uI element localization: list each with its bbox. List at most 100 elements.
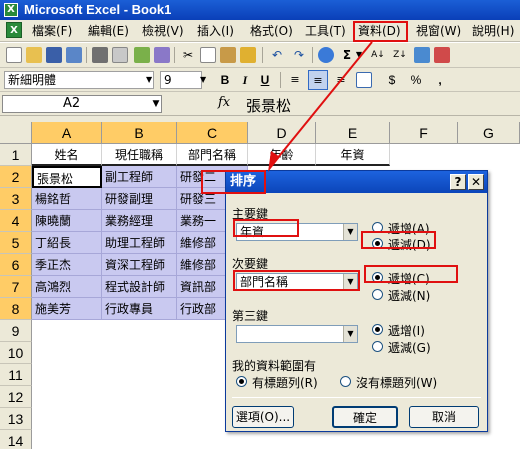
drawing-icon[interactable]: [434, 47, 450, 63]
row-header-11[interactable]: 11: [0, 364, 32, 386]
data-cell[interactable]: 助理工程師: [102, 232, 177, 254]
close-icon[interactable]: ✕: [468, 174, 484, 190]
row-header-6[interactable]: 6: [0, 254, 32, 276]
tertiary-asc-label[interactable]: 遞增(I): [388, 322, 425, 339]
spelling-icon[interactable]: [134, 47, 150, 63]
header-cell[interactable]: 現任職稱: [102, 144, 177, 166]
chevron-down-icon[interactable]: ▼: [343, 224, 357, 240]
copy-icon[interactable]: [200, 47, 216, 63]
menu-file[interactable]: 檔案(F): [32, 23, 72, 39]
has-header-radio[interactable]: [236, 376, 247, 387]
row-header-4[interactable]: 4: [0, 210, 32, 232]
help-icon[interactable]: ?: [450, 174, 466, 190]
no-header-radio[interactable]: [340, 376, 351, 387]
no-header-label[interactable]: 沒有標題列(W): [356, 374, 437, 391]
tertiary-desc-label[interactable]: 遞減(G): [388, 339, 431, 356]
data-cell[interactable]: 高鴻烈: [32, 276, 102, 298]
name-box[interactable]: A2: [2, 95, 162, 113]
format-painter-icon[interactable]: [240, 47, 256, 63]
align-left-icon[interactable]: ≡: [286, 70, 304, 90]
menu-edit[interactable]: 編輯(E): [88, 23, 129, 39]
data-cell[interactable]: 程式設計師: [102, 276, 177, 298]
currency-button[interactable]: $: [384, 70, 400, 90]
data-cell[interactable]: 研發副理: [102, 188, 177, 210]
secondary-desc-label[interactable]: 遞減(N): [388, 287, 430, 304]
row-header-9[interactable]: 9: [0, 320, 32, 342]
cancel-button[interactable]: 取消: [409, 406, 479, 428]
menu-window[interactable]: 視窗(W): [416, 23, 461, 39]
row-header-3[interactable]: 3: [0, 188, 32, 210]
header-cell[interactable]: 年資: [316, 144, 390, 166]
insert-function-icon[interactable]: fx: [218, 95, 230, 110]
sort-ascending-icon[interactable]: A↓: [368, 45, 388, 65]
secondary-desc-radio[interactable]: [372, 289, 383, 300]
column-header-C[interactable]: C: [177, 122, 248, 144]
font-name-box[interactable]: 新細明體: [4, 71, 154, 89]
name-box-dropdown-icon[interactable]: ▼: [150, 95, 162, 113]
has-header-label[interactable]: 有標題列(R): [252, 374, 318, 391]
data-cell[interactable]: 行政專員: [102, 298, 177, 320]
research-icon[interactable]: [154, 47, 170, 63]
data-cell[interactable]: 陳曉蘭: [32, 210, 102, 232]
sort-descending-icon[interactable]: Z↓: [390, 45, 410, 65]
align-center-icon[interactable]: ≡: [308, 70, 328, 90]
menu-format[interactable]: 格式(O): [250, 23, 293, 39]
column-header-A[interactable]: A: [32, 122, 102, 144]
italic-button[interactable]: I: [236, 70, 254, 90]
paste-icon[interactable]: [220, 47, 236, 63]
permission-icon[interactable]: [66, 47, 82, 63]
hyperlink-icon[interactable]: [318, 47, 334, 63]
row-header-13[interactable]: 13: [0, 408, 32, 430]
row-header-10[interactable]: 10: [0, 342, 32, 364]
save-icon[interactable]: [46, 47, 62, 63]
header-cell[interactable]: 年齡: [248, 144, 316, 166]
column-header-D[interactable]: D: [248, 122, 316, 144]
autosum-dropdown-icon[interactable]: ▼: [354, 45, 364, 65]
menu-insert[interactable]: 插入(I): [197, 23, 234, 39]
comma-button[interactable]: ,: [432, 70, 448, 90]
workbook-icon[interactable]: X: [6, 22, 22, 38]
cut-icon[interactable]: ✂: [180, 45, 196, 65]
column-header-E[interactable]: E: [316, 122, 390, 144]
data-cell[interactable]: 副工程師: [102, 166, 177, 188]
open-icon[interactable]: [26, 47, 42, 63]
font-size-box[interactable]: 9: [160, 71, 202, 89]
data-cell[interactable]: 資深工程師: [102, 254, 177, 276]
header-cell[interactable]: 姓名: [32, 144, 102, 166]
tertiary-asc-radio[interactable]: [372, 324, 383, 335]
data-cell[interactable]: 施美芳: [32, 298, 102, 320]
align-right-icon[interactable]: ≡: [332, 70, 350, 90]
ok-button[interactable]: 確定: [332, 406, 398, 428]
menu-help[interactable]: 說明(H): [472, 23, 514, 39]
row-header-14[interactable]: 14: [0, 430, 32, 449]
bold-button[interactable]: B: [216, 70, 234, 90]
formula-input[interactable]: 張景松: [246, 95, 291, 116]
data-cell[interactable]: 丁紹長: [32, 232, 102, 254]
merge-center-icon[interactable]: [356, 72, 372, 88]
tertiary-desc-radio[interactable]: [372, 341, 383, 352]
print-preview-icon[interactable]: [112, 47, 128, 63]
column-header-G[interactable]: G: [458, 122, 520, 144]
data-cell[interactable]: 季正杰: [32, 254, 102, 276]
tertiary-key-select[interactable]: ▼: [236, 325, 358, 343]
underline-button[interactable]: U: [256, 70, 274, 90]
font-size-dropdown-icon[interactable]: ▼: [200, 71, 210, 89]
data-cell[interactable]: 張景松: [32, 166, 102, 188]
new-icon[interactable]: [6, 47, 22, 63]
data-cell[interactable]: 楊銘哲: [32, 188, 102, 210]
chevron-down-icon[interactable]: ▼: [343, 326, 357, 342]
row-header-8[interactable]: 8: [0, 298, 32, 320]
row-header-1[interactable]: 1: [0, 144, 32, 166]
options-button[interactable]: 選項(O)...: [232, 406, 294, 428]
autosum-icon[interactable]: Σ: [340, 45, 354, 65]
row-header-7[interactable]: 7: [0, 276, 32, 298]
row-header-12[interactable]: 12: [0, 386, 32, 408]
row-header-5[interactable]: 5: [0, 232, 32, 254]
undo-icon[interactable]: ↶: [268, 45, 286, 65]
print-icon[interactable]: [92, 47, 108, 63]
font-name-dropdown-icon[interactable]: ▼: [146, 71, 156, 89]
chart-wizard-icon[interactable]: [414, 47, 430, 63]
select-all-corner[interactable]: [0, 122, 32, 144]
menu-tools[interactable]: 工具(T): [305, 23, 346, 39]
redo-icon[interactable]: ↷: [290, 45, 308, 65]
